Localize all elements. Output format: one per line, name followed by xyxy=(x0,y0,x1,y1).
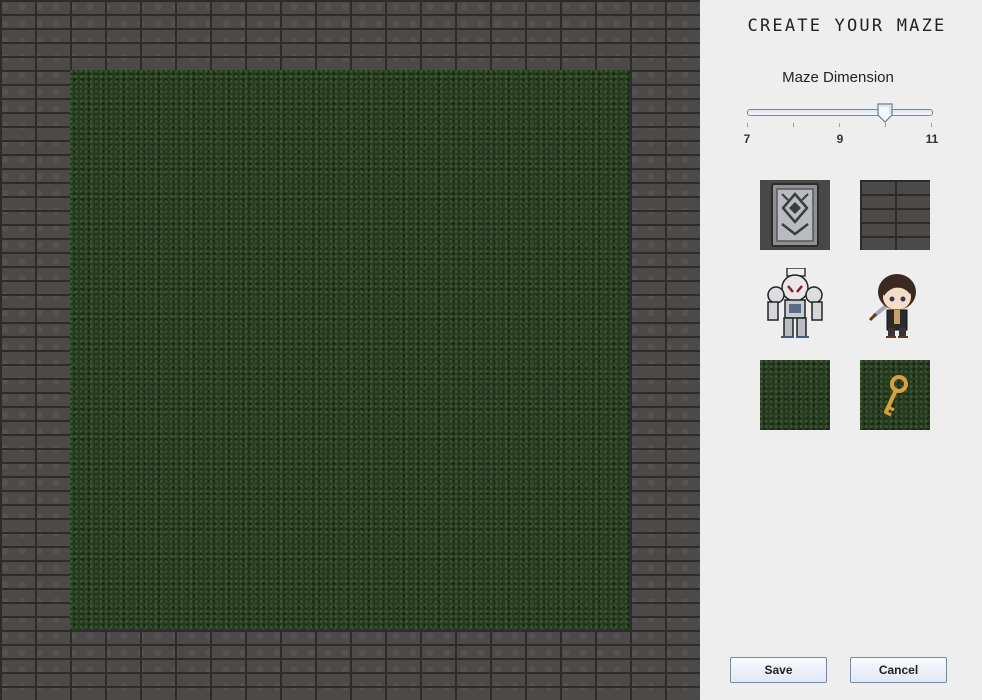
slider-tick-label: 11 xyxy=(925,132,939,146)
slider-thumb[interactable] xyxy=(876,103,894,123)
enemy-tile[interactable] xyxy=(760,268,830,338)
floor-tile[interactable] xyxy=(760,360,830,430)
slider-tick xyxy=(747,123,748,127)
slider-track[interactable] xyxy=(747,109,933,116)
maze-canvas[interactable] xyxy=(0,0,700,700)
slider-tick-label: 9 xyxy=(836,132,844,146)
save-button[interactable]: Save xyxy=(730,657,827,683)
slider-tick xyxy=(793,123,794,127)
cancel-button[interactable]: Cancel xyxy=(850,657,947,683)
player-tile[interactable] xyxy=(860,268,930,338)
robot-enemy-icon xyxy=(767,268,823,338)
hero-with-sword-icon xyxy=(868,274,916,338)
maze-dimension-slider[interactable]: 7 9 11 xyxy=(744,100,940,150)
slider-tick xyxy=(839,123,840,127)
slider-tick-label: 7 xyxy=(743,132,751,146)
wall-tile[interactable] xyxy=(860,180,930,250)
golden-key-icon xyxy=(884,375,908,417)
key-tile[interactable] xyxy=(860,360,930,430)
ornate-door-icon xyxy=(760,180,830,250)
slider-tick xyxy=(931,123,932,127)
editor-panel: CREATE YOUR MAZE Maze Dimension 7 9 11 S… xyxy=(700,0,982,700)
maze-floor[interactable] xyxy=(70,70,630,630)
slider-tick xyxy=(885,123,886,127)
panel-title: CREATE YOUR MAZE xyxy=(747,16,947,36)
door-tile[interactable] xyxy=(760,180,830,250)
maze-dimension-label: Maze Dimension xyxy=(782,69,894,86)
